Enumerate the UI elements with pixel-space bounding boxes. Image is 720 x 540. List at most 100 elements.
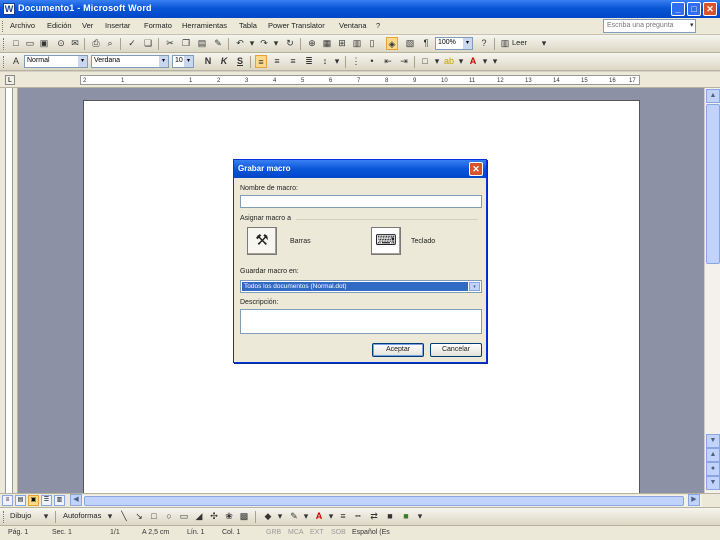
store-macro-dropdown-icon[interactable]: ▾ xyxy=(469,282,480,291)
help-dropdown-icon[interactable]: ▾ xyxy=(690,21,694,29)
rectangle-icon[interactable]: □ xyxy=(148,510,160,523)
refresh-icon[interactable]: ↻ xyxy=(284,37,296,50)
toolbar-options-icon[interactable]: ▾ xyxy=(416,510,424,523)
previous-page-icon[interactable]: ▲ xyxy=(706,448,720,462)
3d-style-icon[interactable]: ■ xyxy=(400,510,412,523)
bullets-icon[interactable]: • xyxy=(366,55,378,68)
align-center-icon[interactable]: ≡ xyxy=(271,55,283,68)
zoom-dropdown-icon[interactable]: ▾ xyxy=(463,38,472,49)
horizontal-ruler[interactable]: L 2 1 1 2 3 4 5 6 7 8 9 10 11 12 13 14 1… xyxy=(0,72,720,88)
status-extend[interactable]: EXT xyxy=(310,529,324,536)
scroll-right-icon[interactable]: ▶ xyxy=(688,494,700,506)
menu-insertar[interactable]: Insertar xyxy=(105,21,130,30)
dialog-title[interactable]: Grabar macro xyxy=(234,160,486,178)
menu-ver[interactable]: Ver xyxy=(82,21,93,30)
research-icon[interactable]: ❏ xyxy=(142,37,154,50)
italic-button[interactable]: K xyxy=(218,55,230,68)
line-color-dropdown-icon[interactable]: ▾ xyxy=(300,510,312,523)
arrow-icon[interactable]: ↘ xyxy=(133,510,145,523)
font-combo[interactable]: Verdana ▾ xyxy=(91,55,169,68)
cancel-button[interactable]: Cancelar xyxy=(430,343,482,357)
align-right-icon[interactable]: ≡ xyxy=(287,55,299,68)
fill-color-icon[interactable]: ◆ xyxy=(262,510,274,523)
title-bar[interactable]: W Documento1 - Microsoft Word _ □ ✕ xyxy=(0,0,720,18)
toolbar-options-icon[interactable]: ▾ xyxy=(491,55,499,68)
bold-button[interactable]: N xyxy=(202,55,214,68)
menu-ventana[interactable]: Ventana xyxy=(339,21,367,30)
menu-herramientas[interactable]: Herramientas xyxy=(182,21,227,30)
border-icon[interactable]: □ xyxy=(419,55,431,68)
font-color-icon[interactable]: A xyxy=(313,510,325,523)
normal-view-icon[interactable]: ≡ xyxy=(2,495,13,506)
word-app-icon[interactable]: W xyxy=(3,3,15,15)
book-icon[interactable]: ▥ xyxy=(499,37,511,50)
dialog-close-button[interactable]: ✕ xyxy=(469,162,483,176)
toolbar-options-icon[interactable]: ▾ xyxy=(540,37,548,50)
insert-excel-icon[interactable]: ▥ xyxy=(351,37,363,50)
autoshapes-button[interactable]: Autoformas xyxy=(63,511,101,520)
text-box-icon[interactable]: ▭ xyxy=(178,510,190,523)
save-icon[interactable]: ▣ xyxy=(38,37,50,50)
status-overtype[interactable]: SOB xyxy=(331,529,346,536)
close-button[interactable]: ✕ xyxy=(703,2,717,16)
styles-formatting-icon[interactable]: A xyxy=(10,55,22,68)
horizontal-scroll-thumb[interactable] xyxy=(84,496,684,506)
drawing-icon[interactable]: ◈ xyxy=(386,37,398,50)
maximize-button[interactable]: □ xyxy=(687,2,701,16)
read-button[interactable]: Leer xyxy=(512,38,527,47)
menu-tabla[interactable]: Tabla xyxy=(239,21,257,30)
line-color-icon[interactable]: ✎ xyxy=(288,510,300,523)
print-preview-icon[interactable]: ⌕ xyxy=(104,37,116,50)
diagram-icon[interactable]: ✣ xyxy=(208,510,220,523)
autoshapes-dropdown-icon[interactable]: ▾ xyxy=(104,510,116,523)
draw-dropdown-icon[interactable]: ▾ xyxy=(40,510,52,523)
decrease-indent-icon[interactable]: ⇤ xyxy=(382,55,394,68)
style-dropdown-icon[interactable]: ▾ xyxy=(78,56,87,67)
outline-view-icon[interactable]: ☰ xyxy=(41,495,52,506)
line-spacing-icon[interactable]: ↕ xyxy=(319,55,331,68)
toolbar-grip[interactable] xyxy=(3,38,6,50)
columns-icon[interactable]: ▯ xyxy=(366,37,378,50)
print-icon[interactable]: ⎙ xyxy=(90,37,102,50)
vertical-scrollbar[interactable]: ▲ ▼ ▲ ● ▼ xyxy=(704,88,720,493)
menu-power-translator[interactable]: Power Translator xyxy=(268,21,325,30)
undo-dropdown-icon[interactable]: ▾ xyxy=(246,37,258,50)
font-color-dropdown-icon[interactable]: ▾ xyxy=(325,510,337,523)
ok-button[interactable]: Aceptar xyxy=(372,343,424,357)
email-icon[interactable]: ✉ xyxy=(69,37,81,50)
hyperlink-icon[interactable]: ⊕ xyxy=(306,37,318,50)
insert-table-icon[interactable]: ⊞ xyxy=(336,37,348,50)
reading-view-icon[interactable]: ▥ xyxy=(54,495,65,506)
open-folder-icon[interactable]: ▭ xyxy=(24,37,36,50)
status-track-changes[interactable]: MCA xyxy=(288,529,304,536)
toolbars-assign-button[interactable]: ⚒ xyxy=(247,227,277,255)
menu-grip[interactable] xyxy=(2,21,5,32)
web-view-icon[interactable]: ▤ xyxy=(15,495,26,506)
menu-formato[interactable]: Formato xyxy=(144,21,172,30)
increase-indent-icon[interactable]: ⇥ xyxy=(398,55,410,68)
draw-menu-button[interactable]: Dibujo xyxy=(10,511,31,520)
tab-selector[interactable]: L xyxy=(5,75,15,85)
paste-icon[interactable]: ▤ xyxy=(196,37,208,50)
zoom-combo[interactable]: 100% ▾ xyxy=(435,37,473,50)
copy-icon[interactable]: ❐ xyxy=(180,37,192,50)
shadow-style-icon[interactable]: ■ xyxy=(384,510,396,523)
highlight-dropdown-icon[interactable]: ▾ xyxy=(455,55,467,68)
font-color-icon[interactable]: A xyxy=(467,55,479,68)
keyboard-assign-button[interactable]: ⌨ xyxy=(371,227,401,255)
font-dropdown-icon[interactable]: ▾ xyxy=(159,56,168,67)
oval-icon[interactable]: ○ xyxy=(163,510,175,523)
line-spacing-dropdown-icon[interactable]: ▾ xyxy=(331,55,343,68)
underline-button[interactable]: S xyxy=(234,55,246,68)
cut-icon[interactable]: ✂ xyxy=(164,37,176,50)
status-language[interactable]: Español (Es xyxy=(352,529,390,536)
vertical-ruler-strip[interactable] xyxy=(5,88,13,493)
font-size-combo[interactable]: 10 ▾ xyxy=(172,55,194,68)
status-record-macro[interactable]: GRB xyxy=(266,529,281,536)
new-document-icon[interactable]: □ xyxy=(10,37,22,50)
minimize-button[interactable]: _ xyxy=(671,2,685,16)
vertical-ruler[interactable] xyxy=(0,88,18,493)
wordart-icon[interactable]: ◢ xyxy=(193,510,205,523)
undo-icon[interactable]: ↶ xyxy=(234,37,246,50)
scroll-up-icon[interactable]: ▲ xyxy=(706,89,720,103)
